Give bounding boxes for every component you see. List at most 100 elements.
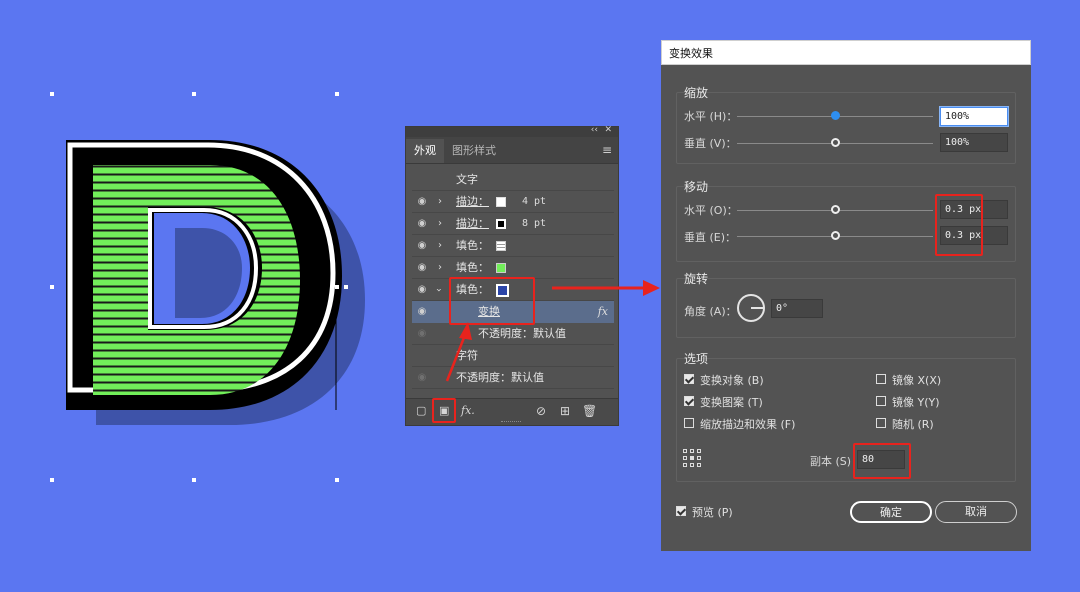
rotate-group-title: 旋转 (684, 272, 709, 286)
resize-grip[interactable] (501, 421, 521, 426)
fill-label: 填色： (456, 261, 489, 274)
artwork-area (0, 0, 380, 588)
chevron-right-icon[interactable]: › (438, 257, 442, 279)
reference-point-grid-icon[interactable] (683, 449, 701, 467)
selection-handle[interactable] (335, 92, 339, 96)
random-checkbox[interactable] (876, 418, 886, 428)
chevron-down-icon[interactable]: › (427, 288, 449, 292)
scale-vertical-input[interactable]: 100% (940, 133, 1008, 152)
opacity-label[interactable]: 不透明度：默认值 (478, 323, 566, 345)
highlight-copies-value (853, 443, 911, 479)
stroke-weight: 8 pt (522, 218, 547, 229)
new-stroke-icon[interactable]: ▢ (416, 404, 426, 417)
visibility-eye-icon[interactable]: ◉ (415, 301, 429, 323)
selection-handle[interactable] (335, 285, 339, 289)
stroke-weight: 4 pt (522, 196, 547, 207)
scale-horizontal-input[interactable]: 100% (940, 107, 1008, 126)
appearance-row-fill[interactable]: ◉ › 填色： (412, 235, 614, 257)
selection-handle[interactable] (50, 478, 54, 482)
double-chevron-icon[interactable]: ‹‹ (591, 125, 598, 135)
letter-d-artwork[interactable] (0, 0, 380, 588)
dialog-title: 变换效果 (661, 40, 1031, 65)
appearance-row-characters[interactable]: 字符 (412, 345, 614, 367)
stroke-swatch[interactable] (496, 197, 506, 207)
stroke-swatch[interactable] (496, 219, 506, 229)
opacity-label[interactable]: 不透明度：默认值 (456, 367, 544, 389)
ok-button[interactable]: 确定 (850, 501, 932, 523)
transform-patterns-checkbox[interactable] (684, 396, 694, 406)
scale-horizontal-knob[interactable] (831, 111, 840, 120)
scale-horizontal-label: 水平 (H)： (684, 110, 738, 123)
move-horizontal-knob[interactable] (831, 205, 840, 214)
appearance-row-opacity[interactable]: ◉ 不透明度：默认值 (412, 367, 614, 389)
visibility-eye-icon[interactable]: ◉ (415, 191, 429, 213)
add-effect-fx-icon[interactable]: fx. (461, 404, 475, 417)
delete-icon[interactable]: 🗑 (582, 404, 597, 418)
visibility-eye-icon[interactable]: ◉ (415, 257, 429, 279)
scale-strokes-effects-checkbox[interactable] (684, 418, 694, 428)
rotate-angle-label: 角度 (A)： (684, 305, 737, 318)
rotate-angle-input[interactable]: 0° (771, 299, 823, 318)
reflect-y-checkbox[interactable] (876, 396, 886, 406)
scale-strokes-effects-label[interactable]: 缩放描边和效果 (F) (700, 416, 795, 432)
reflect-x-checkbox[interactable] (876, 374, 886, 384)
selection-handle[interactable] (192, 92, 196, 96)
transform-patterns-label[interactable]: 变换图案 (T) (700, 394, 763, 410)
cancel-button[interactable]: 取消 (935, 501, 1017, 523)
appearance-row-opacity[interactable]: ◉ 不透明度：默认值 (412, 323, 614, 345)
chevron-right-icon[interactable]: › (438, 213, 442, 235)
appearance-row-stroke[interactable]: ◉ › 描边： 4 pt (412, 191, 614, 213)
selection-handle[interactable] (335, 478, 339, 482)
highlight-move-values (935, 194, 983, 256)
stroke-label[interactable]: 描边： (456, 191, 489, 213)
fill-label: 填色： (456, 239, 489, 252)
selection-handle[interactable] (192, 478, 196, 482)
fill-swatch-green[interactable] (496, 263, 506, 273)
appearance-header-row[interactable]: 文字 (412, 169, 614, 191)
visibility-eye-icon[interactable]: ◉ (415, 235, 429, 257)
tab-graphic-styles[interactable]: 图形样式 (444, 139, 504, 163)
scale-vertical-label: 垂直 (V)： (684, 137, 737, 150)
appearance-row-fill[interactable]: ◉ › 填色： (412, 257, 614, 279)
chevron-right-icon[interactable]: › (438, 235, 442, 257)
move-horizontal-label: 水平 (O)： (684, 204, 738, 217)
highlight-new-fill-button (432, 398, 456, 423)
preview-label[interactable]: 预览 (P) (692, 504, 733, 520)
scale-group-title: 缩放 (684, 86, 709, 100)
angle-dial-icon[interactable] (737, 294, 765, 322)
fill-swatch-pattern[interactable] (496, 241, 506, 251)
characters-label[interactable]: 字符 (456, 345, 478, 367)
appearance-panel: ‹‹ ✕ 外观 图形样式 ≡ 文字 ◉ › 描边： 4 pt ◉ › 描边： 8… (405, 125, 619, 426)
options-group-title: 选项 (684, 352, 709, 366)
fx-icon[interactable]: fx (598, 301, 608, 323)
hamburger-menu-icon[interactable]: ≡ (602, 143, 612, 157)
tab-appearance[interactable]: 外观 (406, 139, 444, 163)
transform-objects-label[interactable]: 变换对象 (B) (700, 372, 764, 388)
stroke-label[interactable]: 描边： (456, 213, 489, 235)
move-group-title: 移动 (684, 180, 709, 194)
scale-group (676, 92, 1016, 164)
duplicate-item-icon[interactable]: ⊞ (560, 404, 570, 418)
selection-handle[interactable] (50, 92, 54, 96)
appearance-row-stroke[interactable]: ◉ › 描边： 8 pt (412, 213, 614, 235)
move-vertical-knob[interactable] (831, 231, 840, 240)
visibility-eye-icon[interactable]: ◉ (415, 213, 429, 235)
clear-appearance-icon[interactable]: ⊘ (536, 404, 546, 418)
reflect-x-label[interactable]: 镜像 X(X) (892, 372, 941, 388)
visibility-eye-icon[interactable]: ◉ (415, 367, 429, 389)
random-label[interactable]: 随机 (R) (892, 416, 934, 432)
preview-checkbox[interactable] (676, 506, 686, 516)
selection-handle[interactable] (50, 285, 54, 289)
panel-tabs: 外观 图形样式 ≡ (406, 137, 618, 164)
chevron-right-icon[interactable]: › (438, 191, 442, 213)
transform-effect-dialog: 变换效果 缩放 水平 (H)： 100% 垂直 (V)： 100% 移动 水平 … (661, 40, 1031, 551)
panel-titlebar: ‹‹ ✕ (406, 125, 618, 137)
visibility-eye-icon[interactable]: ◉ (415, 323, 429, 345)
anchor-point[interactable] (344, 285, 348, 289)
copies-label: 副本 (S) (810, 455, 852, 468)
transform-objects-checkbox[interactable] (684, 374, 694, 384)
scale-vertical-knob[interactable] (831, 138, 840, 147)
close-icon[interactable]: ✕ (604, 125, 612, 135)
reflect-y-label[interactable]: 镜像 Y(Y) (892, 394, 940, 410)
move-vertical-label: 垂直 (E)： (684, 231, 737, 244)
